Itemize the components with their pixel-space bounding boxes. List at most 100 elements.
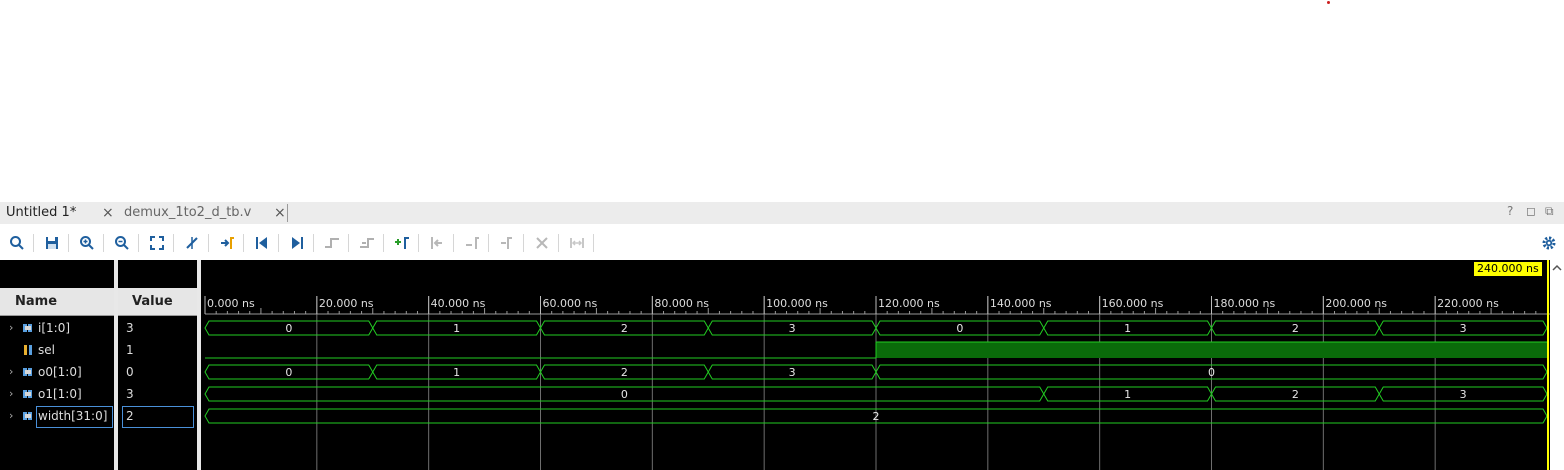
snap-icon[interactable] (568, 234, 586, 252)
bus-icon (23, 412, 32, 420)
ruler-tick-label: 0.000 ns (207, 297, 255, 310)
next-transition-icon[interactable] (358, 234, 376, 252)
bus-icon (23, 390, 32, 398)
toolbar-separator (453, 234, 454, 252)
delete-marker-icon[interactable] (533, 234, 551, 252)
bus-value-label: 0 (1208, 366, 1215, 379)
toolbar-separator (348, 234, 349, 252)
bus-value-label: 1 (1124, 388, 1131, 401)
toolbar-separator (173, 234, 174, 252)
ruler-tick-label: 80.000 ns (654, 297, 709, 310)
zoom-out-icon[interactable] (113, 234, 131, 252)
swap-cursor-icon[interactable] (183, 234, 201, 252)
previous-marker-icon[interactable] (428, 234, 446, 252)
signal-name: o0[1:0] (38, 365, 82, 379)
swap-markers-icon[interactable] (498, 234, 516, 252)
previous-transition-icon[interactable] (323, 234, 341, 252)
toolbar-separator (68, 234, 69, 252)
selected-value-outline (122, 406, 194, 428)
signal-value: 1 (126, 343, 134, 357)
bus-value-label: 0 (285, 322, 292, 335)
signal-name: sel (38, 343, 55, 357)
vertical-scrollbar[interactable] (1550, 260, 1564, 470)
restore-icon[interactable]: ◻ (1526, 204, 1536, 218)
toolbar-separator (418, 234, 419, 252)
ruler-tick-label: 120.000 ns (878, 297, 940, 310)
bus-value-label: 1 (453, 366, 460, 379)
ruler-tick-label: 160.000 ns (1102, 297, 1164, 310)
bus-value-label: 1 (1124, 322, 1131, 335)
toolbar-separator (103, 234, 104, 252)
ruler-tick-label: 20.000 ns (319, 297, 374, 310)
signal-name: i[1:0] (38, 321, 71, 335)
waveform-toolbar (0, 228, 1564, 258)
go-to-end-icon[interactable] (288, 234, 306, 252)
bus-value-label: 3 (1460, 388, 1467, 401)
waveform-viewer: Name Value › i[1:0] sel › o0[1:0] › o1[1… (0, 260, 1564, 470)
name-header-label: Name (15, 294, 58, 309)
signal-name: o1[1:0] (38, 387, 82, 401)
ruler-tick-label: 60.000 ns (543, 297, 598, 310)
tab-label: Untitled 1* (6, 205, 77, 220)
ruler-tick-label: 40.000 ns (431, 297, 486, 310)
ruler-tick-label: 220.000 ns (1437, 297, 1499, 310)
close-icon[interactable]: × (274, 202, 286, 224)
value-header-label: Value (132, 294, 173, 309)
ruler-tick-label: 100.000 ns (766, 297, 828, 310)
toolbar-separator (33, 234, 34, 252)
bus-value-label: 2 (621, 322, 628, 335)
toolbar-separator (278, 234, 279, 252)
settings-icon[interactable] (1540, 234, 1558, 252)
signal-row-i[interactable]: › i[1:0] (0, 317, 114, 339)
red-dot-marker (1327, 1, 1330, 4)
go-to-start-icon[interactable] (253, 234, 271, 252)
zoom-fit-icon[interactable] (148, 234, 166, 252)
bit-high-fill (876, 342, 1547, 358)
ruler-tick-label: 140.000 ns (990, 297, 1052, 310)
tab-separator (287, 204, 288, 222)
float-icon[interactable]: ⧉ (1545, 204, 1554, 219)
tab-label: demux_1to2_d_tb.v (124, 205, 252, 220)
toolbar-separator (383, 234, 384, 252)
bus-value-label: 0 (956, 322, 963, 335)
close-icon[interactable]: × (102, 202, 114, 224)
bus-value-label: 3 (789, 322, 796, 335)
bus-value-label: 2 (1292, 322, 1299, 335)
signal-value: 3 (126, 321, 134, 335)
ruler-tick-label: 200.000 ns (1325, 297, 1387, 310)
add-marker-icon[interactable] (393, 234, 411, 252)
toolbar-separator (523, 234, 524, 252)
help-icon[interactable]: ? (1507, 204, 1513, 218)
value-column-header: Value (118, 288, 197, 316)
chevron-right-icon[interactable]: › (9, 361, 13, 383)
signal-row-sel[interactable]: sel (0, 339, 114, 361)
bus-value-label: 0 (285, 366, 292, 379)
selected-name-outline (36, 406, 113, 428)
chevron-up-icon[interactable] (1550, 261, 1564, 275)
bus-value-label: 0 (621, 388, 628, 401)
tab-bar: Untitled 1* × demux_1to2_d_tb.v × (0, 202, 1564, 224)
signal-row-o0[interactable]: › o0[1:0] (0, 361, 114, 383)
chevron-right-icon[interactable]: › (9, 317, 13, 339)
toolbar-separator (488, 234, 489, 252)
chevron-right-icon[interactable]: › (9, 405, 13, 427)
ruler-tick-label: 180.000 ns (1214, 297, 1276, 310)
zoom-in-icon[interactable] (78, 234, 96, 252)
bus-icon (23, 368, 32, 376)
chevron-right-icon[interactable]: › (9, 383, 13, 405)
waveform-plot[interactable]: 0.000 ns 20.000 ns 40.000 ns 60.000 ns 80.00… (201, 260, 1550, 470)
next-marker-icon[interactable] (463, 234, 481, 252)
bus-icon (23, 324, 32, 332)
bus-value-label: 2 (873, 410, 880, 423)
bus-value-label: 2 (621, 366, 628, 379)
bit-icon (24, 345, 32, 355)
toolbar-separator (208, 234, 209, 252)
bus-value-label: 1 (453, 322, 460, 335)
save-icon[interactable] (43, 234, 61, 252)
cursor-time-label: 240.000 ns (1474, 262, 1542, 276)
name-column-header: Name (0, 288, 114, 316)
signal-row-o1[interactable]: › o1[1:0] (0, 383, 114, 405)
search-icon[interactable] (8, 234, 26, 252)
bus-value-label: 3 (1460, 322, 1467, 335)
go-to-cursor-icon[interactable] (218, 234, 236, 252)
